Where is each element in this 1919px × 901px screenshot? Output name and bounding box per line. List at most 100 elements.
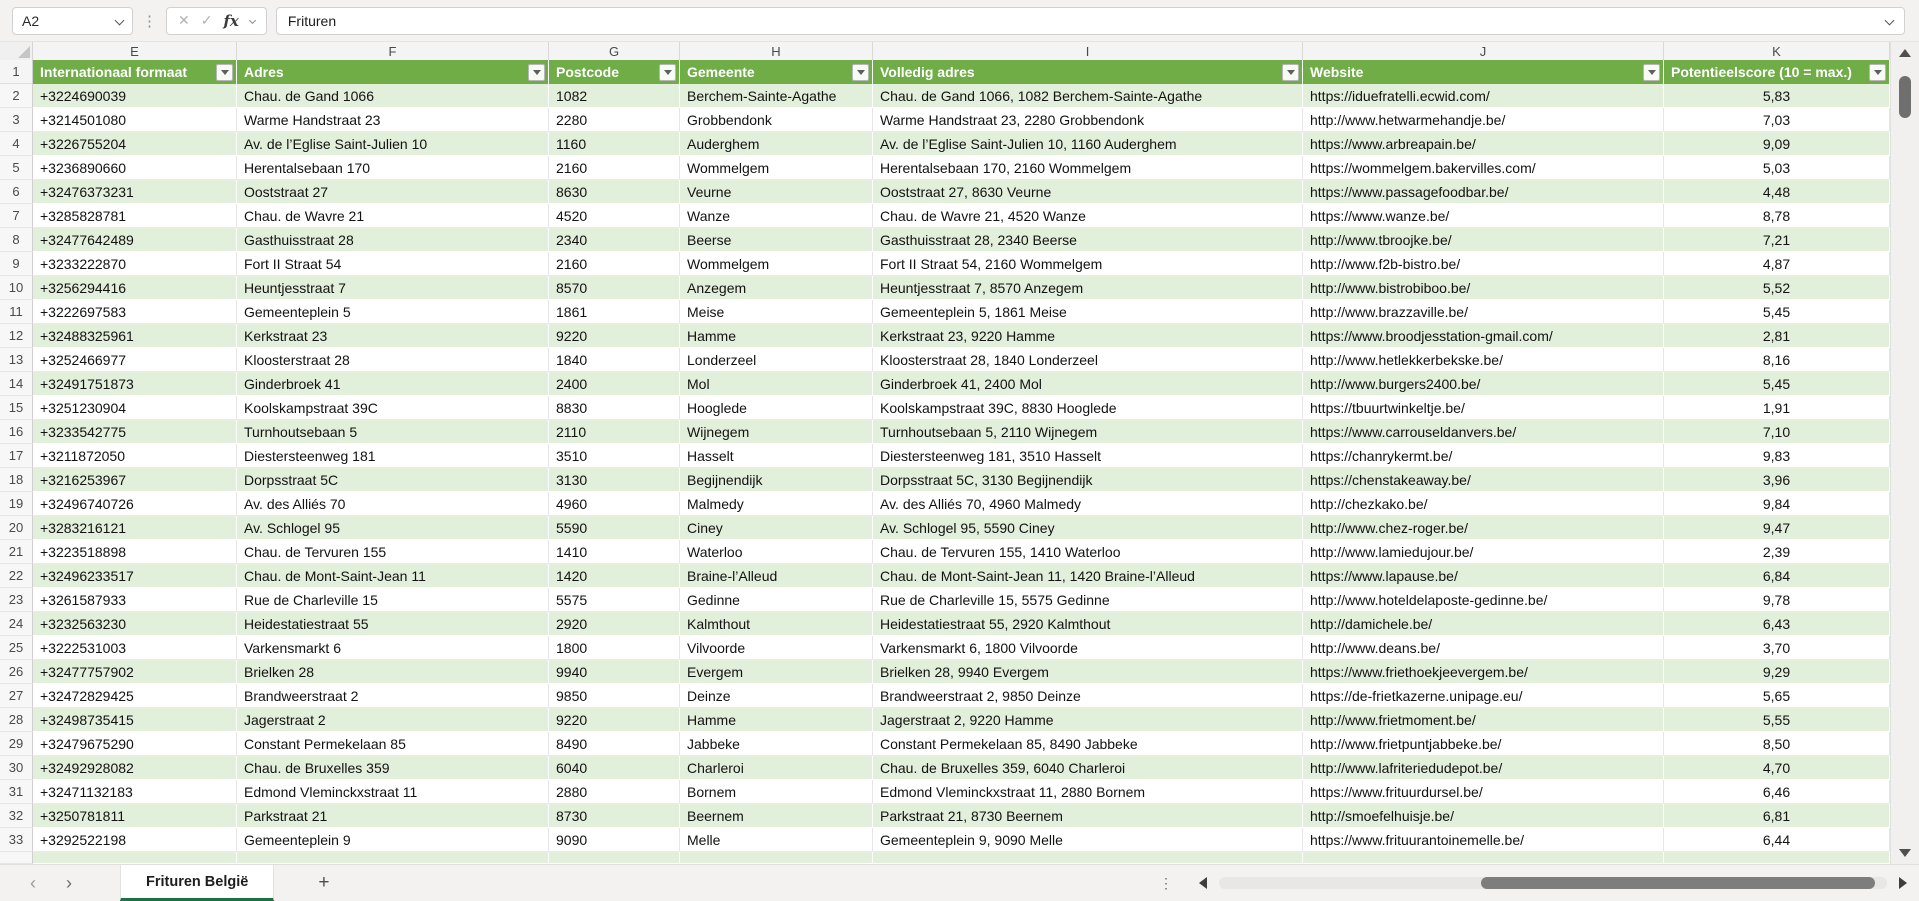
row-number[interactable]: 16 bbox=[0, 420, 33, 444]
cell-website[interactable]: http://www.hetwarmehandje.be/ bbox=[1303, 108, 1664, 132]
header-cell-address[interactable]: Adres bbox=[237, 60, 549, 84]
cell-score[interactable]: 9,09 bbox=[1664, 132, 1890, 156]
cell-score[interactable]: 7,03 bbox=[1664, 108, 1890, 132]
cell-website[interactable]: https://www.frituurantoinemelle.be/ bbox=[1303, 828, 1664, 852]
cell-municipality[interactable]: Auderghem bbox=[680, 132, 873, 156]
cell-address[interactable]: Chau. de Gand 1066 bbox=[237, 84, 549, 108]
cell-municipality[interactable]: Hamme bbox=[680, 708, 873, 732]
row-number[interactable]: 28 bbox=[0, 708, 33, 732]
cell-website[interactable]: https://www.carrouseldanvers.be/ bbox=[1303, 420, 1664, 444]
cell-website[interactable]: http://chezkako.be/ bbox=[1303, 492, 1664, 516]
cell-phone[interactable]: +32498735415 bbox=[33, 708, 237, 732]
sheet-nav-prev-icon[interactable]: ‹ bbox=[30, 874, 36, 892]
sheet-nav-next-icon[interactable]: › bbox=[66, 874, 72, 892]
more-options-icon[interactable]: ⋮ bbox=[142, 12, 157, 30]
row-number[interactable]: 18 bbox=[0, 468, 33, 492]
cell-full_address[interactable]: Varkensmarkt 6, 1800 Vilvoorde bbox=[873, 636, 1303, 660]
cell-postcode[interactable]: 8630 bbox=[549, 180, 680, 204]
cell-full_address[interactable]: Koolskampstraat 39C, 8830 Hooglede bbox=[873, 396, 1303, 420]
filter-icon[interactable] bbox=[852, 63, 869, 81]
cell-postcode[interactable]: 1861 bbox=[549, 300, 680, 324]
cell-score[interactable] bbox=[1664, 852, 1890, 864]
row-number[interactable]: 17 bbox=[0, 444, 33, 468]
cell-phone[interactable]: +32496233517 bbox=[33, 564, 237, 588]
cell-website[interactable]: http://www.lafriteriedudepot.be/ bbox=[1303, 756, 1664, 780]
cell-full_address[interactable]: Gemeenteplein 5, 1861 Meise bbox=[873, 300, 1303, 324]
cell-municipality[interactable]: Meise bbox=[680, 300, 873, 324]
cell-address[interactable]: Diestersteenweg 181 bbox=[237, 444, 549, 468]
row-number[interactable]: 23 bbox=[0, 588, 33, 612]
cell-website[interactable]: https://www.lapause.be/ bbox=[1303, 564, 1664, 588]
cell-score[interactable]: 5,52 bbox=[1664, 276, 1890, 300]
cell-postcode[interactable]: 4960 bbox=[549, 492, 680, 516]
cell-postcode[interactable]: 1420 bbox=[549, 564, 680, 588]
cell-postcode[interactable]: 1800 bbox=[549, 636, 680, 660]
chevron-down-icon[interactable] bbox=[248, 16, 256, 25]
row-number[interactable]: 6 bbox=[0, 180, 33, 204]
cell-address[interactable]: Gemeenteplein 9 bbox=[237, 828, 549, 852]
cell-municipality[interactable]: Jabbeke bbox=[680, 732, 873, 756]
cell-postcode[interactable]: 3510 bbox=[549, 444, 680, 468]
cell-address[interactable]: Herentalsebaan 170 bbox=[237, 156, 549, 180]
cell-score[interactable]: 6,43 bbox=[1664, 612, 1890, 636]
cell-municipality[interactable]: Veurne bbox=[680, 180, 873, 204]
cell-address[interactable] bbox=[237, 852, 549, 864]
cell-postcode[interactable] bbox=[549, 852, 680, 864]
cell-website[interactable]: https://chenstakeaway.be/ bbox=[1303, 468, 1664, 492]
row-number[interactable]: 21 bbox=[0, 540, 33, 564]
cell-postcode[interactable]: 1840 bbox=[549, 348, 680, 372]
filter-icon[interactable] bbox=[216, 63, 233, 81]
row-number[interactable]: 24 bbox=[0, 612, 33, 636]
row-number[interactable]: 7 bbox=[0, 204, 33, 228]
cell-phone[interactable]: +3236890660 bbox=[33, 156, 237, 180]
cell-full_address[interactable]: Brielken 28, 9940 Evergem bbox=[873, 660, 1303, 684]
cell-address[interactable]: Constant Permekelaan 85 bbox=[237, 732, 549, 756]
cell-website[interactable]: http://www.frietmoment.be/ bbox=[1303, 708, 1664, 732]
cell-full_address[interactable]: Gemeenteplein 9, 9090 Melle bbox=[873, 828, 1303, 852]
row-number[interactable]: 20 bbox=[0, 516, 33, 540]
cell-website[interactable]: https://iduefratelli.ecwid.com/ bbox=[1303, 84, 1664, 108]
cell-score[interactable]: 9,78 bbox=[1664, 588, 1890, 612]
cell-score[interactable]: 4,70 bbox=[1664, 756, 1890, 780]
cell-website[interactable]: https://www.wanze.be/ bbox=[1303, 204, 1664, 228]
cell-phone[interactable]: +3252466977 bbox=[33, 348, 237, 372]
cell-full_address[interactable]: Ooststraat 27, 8630 Veurne bbox=[873, 180, 1303, 204]
cell-address[interactable]: Chau. de Wavre 21 bbox=[237, 204, 549, 228]
chevron-down-icon[interactable] bbox=[114, 15, 125, 26]
cell-address[interactable]: Heuntjesstraat 7 bbox=[237, 276, 549, 300]
cell-postcode[interactable]: 9220 bbox=[549, 708, 680, 732]
cell-full_address[interactable]: Constant Permekelaan 85, 8490 Jabbeke bbox=[873, 732, 1303, 756]
cell-website[interactable]: https://www.broodjesstation-gmail.com/ bbox=[1303, 324, 1664, 348]
cell-municipality[interactable]: Wommelgem bbox=[680, 156, 873, 180]
cell-municipality[interactable]: Hamme bbox=[680, 324, 873, 348]
cell-score[interactable]: 6,44 bbox=[1664, 828, 1890, 852]
enter-icon[interactable]: ✓ bbox=[201, 12, 213, 29]
cell-postcode[interactable]: 2280 bbox=[549, 108, 680, 132]
cell-phone[interactable]: +32479675290 bbox=[33, 732, 237, 756]
cell-full_address[interactable]: Ginderbroek 41, 2400 Mol bbox=[873, 372, 1303, 396]
cell-address[interactable]: Ooststraat 27 bbox=[237, 180, 549, 204]
cell-address[interactable]: Kerkstraat 23 bbox=[237, 324, 549, 348]
cell-website[interactable]: http://www.bistrobiboo.be/ bbox=[1303, 276, 1664, 300]
cell-score[interactable]: 5,83 bbox=[1664, 84, 1890, 108]
cell-phone[interactable]: +3214501080 bbox=[33, 108, 237, 132]
cell-full_address[interactable]: Chau. de Wavre 21, 4520 Wanze bbox=[873, 204, 1303, 228]
cell-postcode[interactable]: 1160 bbox=[549, 132, 680, 156]
cell-phone[interactable]: +32488325961 bbox=[33, 324, 237, 348]
cell-address[interactable]: Gemeenteplein 5 bbox=[237, 300, 549, 324]
cell-phone[interactable]: +32477642489 bbox=[33, 228, 237, 252]
cell-municipality[interactable]: Londerzeel bbox=[680, 348, 873, 372]
cell-website[interactable]: http://www.frietpuntjabbeke.be/ bbox=[1303, 732, 1664, 756]
cell-phone[interactable]: +3233222870 bbox=[33, 252, 237, 276]
cell-score[interactable]: 7,10 bbox=[1664, 420, 1890, 444]
cell-address[interactable]: Av. Schlogel 95 bbox=[237, 516, 549, 540]
row-number[interactable]: 4 bbox=[0, 132, 33, 156]
cell-municipality[interactable]: Wanze bbox=[680, 204, 873, 228]
cell-full_address[interactable]: Chau. de Tervuren 155, 1410 Waterloo bbox=[873, 540, 1303, 564]
cell-address[interactable]: Av. de l’Eglise Saint-Julien 10 bbox=[237, 132, 549, 156]
cell-municipality[interactable]: Charleroi bbox=[680, 756, 873, 780]
cell-postcode[interactable]: 2920 bbox=[549, 612, 680, 636]
cell-website[interactable]: http://www.tbroojke.be/ bbox=[1303, 228, 1664, 252]
cell-postcode[interactable]: 3130 bbox=[549, 468, 680, 492]
cell-phone[interactable]: +3250781811 bbox=[33, 804, 237, 828]
